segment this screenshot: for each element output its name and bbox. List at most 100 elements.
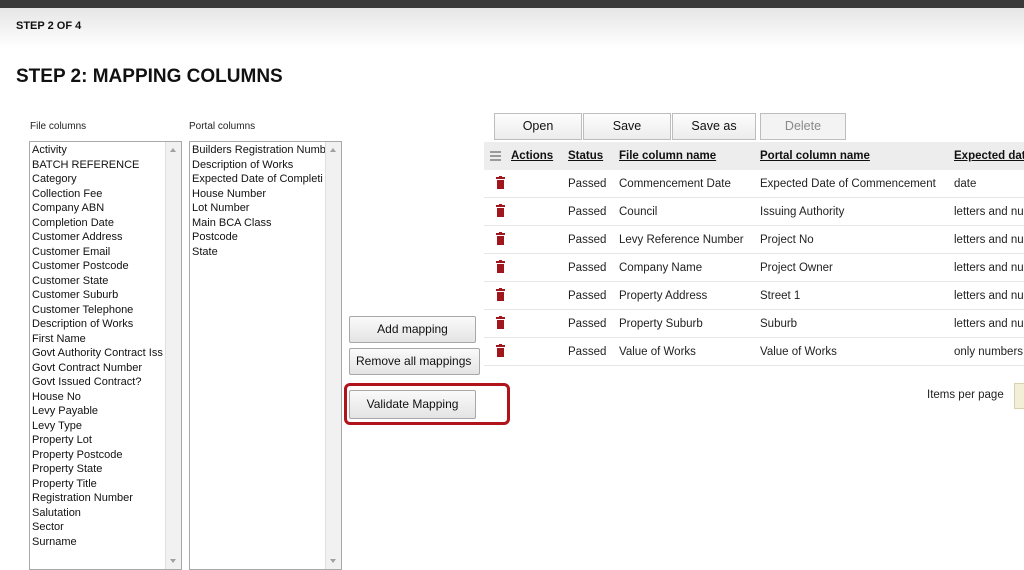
row-expected: letters and nu: [954, 318, 1024, 330]
list-item[interactable]: Customer State: [32, 274, 181, 289]
save-button[interactable]: Save: [583, 113, 671, 140]
list-item[interactable]: Expected Date of Completi: [192, 172, 341, 187]
row-expected: letters and nu: [954, 206, 1024, 218]
scroll-up-icon[interactable]: [330, 148, 336, 152]
list-item[interactable]: Description of Works: [192, 158, 341, 173]
list-item[interactable]: Govt Issued Contract?: [32, 375, 181, 390]
list-item[interactable]: Property Lot: [32, 433, 181, 448]
page-title: STEP 2: MAPPING COLUMNS: [16, 66, 283, 87]
header-expected[interactable]: Expected dat: [954, 150, 1024, 162]
delete-button[interactable]: Delete: [760, 113, 846, 140]
row-status: Passed: [568, 346, 607, 358]
row-file-column: Property Suburb: [619, 318, 703, 330]
list-item[interactable]: Category: [32, 172, 181, 187]
trash-icon[interactable]: [496, 316, 505, 329]
list-item[interactable]: Company ABN: [32, 201, 181, 216]
list-item[interactable]: First Name: [32, 332, 181, 347]
list-item[interactable]: Activity: [32, 143, 181, 158]
list-item[interactable]: Postcode: [192, 230, 341, 245]
table-row: Passed Property Suburb Suburb letters and n…: [484, 310, 1024, 338]
list-item[interactable]: Customer Postcode: [32, 259, 181, 274]
top-bar: [0, 0, 1024, 8]
row-status: Passed: [568, 206, 607, 218]
row-expected: letters and nu: [954, 262, 1024, 274]
scroll-down-icon[interactable]: [330, 559, 336, 563]
header-actions[interactable]: Actions: [511, 150, 553, 162]
row-expected: letters and nu: [954, 290, 1024, 302]
list-item[interactable]: Customer Suburb: [32, 288, 181, 303]
list-item[interactable]: Collection Fee: [32, 187, 181, 202]
row-portal-column: Issuing Authority: [760, 206, 845, 218]
table-row: Passed Levy Reference Number Project No let…: [484, 226, 1024, 254]
trash-icon[interactable]: [496, 204, 505, 217]
trash-icon[interactable]: [496, 344, 505, 357]
list-item[interactable]: Sector: [32, 520, 181, 535]
scroll-up-icon[interactable]: [170, 148, 176, 152]
trash-icon[interactable]: [496, 232, 505, 245]
list-item[interactable]: Customer Address: [32, 230, 181, 245]
row-file-column: Levy Reference Number: [619, 234, 744, 246]
list-item[interactable]: Main BCA Class: [192, 216, 341, 231]
list-item[interactable]: Builders Registration Numb: [192, 143, 341, 158]
list-item[interactable]: Completion Date: [32, 216, 181, 231]
header-file-column[interactable]: File column name: [619, 150, 716, 162]
row-status: Passed: [568, 234, 607, 246]
table-row: Passed Property Address Street 1 letters an…: [484, 282, 1024, 310]
column-menu-icon[interactable]: [490, 151, 501, 163]
list-item[interactable]: Customer Telephone: [32, 303, 181, 318]
list-item[interactable]: Govt Contract Number: [32, 361, 181, 376]
row-expected: only numbers: [954, 346, 1024, 358]
open-button[interactable]: Open: [494, 113, 582, 140]
list-item[interactable]: Customer Email: [32, 245, 181, 260]
row-portal-column: Project Owner: [760, 262, 833, 274]
row-file-column: Commencement Date: [619, 178, 731, 190]
list-item[interactable]: Description of Works: [32, 317, 181, 332]
row-status: Passed: [568, 262, 607, 274]
row-portal-column: Expected Date of Commencement: [760, 178, 936, 190]
portal-columns-scrollbar[interactable]: [325, 142, 341, 569]
list-item[interactable]: Property Title: [32, 477, 181, 492]
table-row: Passed Council Issuing Authority letters an…: [484, 198, 1024, 226]
header-status[interactable]: Status: [568, 150, 603, 162]
row-expected: date: [954, 178, 977, 190]
list-item[interactable]: Property Postcode: [32, 448, 181, 463]
remove-all-mappings-button[interactable]: Remove all mappings: [349, 348, 480, 375]
step-bar: STEP 2 OF 4: [0, 8, 1024, 48]
list-item[interactable]: Levy Type: [32, 419, 181, 434]
step-indicator: STEP 2 OF 4: [16, 20, 82, 32]
save-as-button[interactable]: Save as: [672, 113, 756, 140]
list-item[interactable]: State: [192, 245, 341, 260]
scroll-down-icon[interactable]: [170, 559, 176, 563]
row-status: Passed: [568, 290, 607, 302]
row-expected: letters and nu: [954, 234, 1024, 246]
row-portal-column: Street 1: [760, 290, 801, 302]
table-row: Passed Commencement Date Expected Date of …: [484, 170, 1024, 198]
list-item[interactable]: Surname: [32, 535, 181, 550]
header-portal-column[interactable]: Portal column name: [760, 150, 870, 162]
portal-columns-label: Portal columns: [189, 121, 256, 132]
trash-icon[interactable]: [496, 288, 505, 301]
list-item[interactable]: Levy Payable: [32, 404, 181, 419]
file-columns-label: File columns: [30, 121, 87, 132]
row-portal-column: Project No: [760, 234, 814, 246]
items-per-page-label: Items per page: [927, 389, 1004, 401]
list-item[interactable]: Lot Number: [192, 201, 341, 216]
list-item[interactable]: House No: [32, 390, 181, 405]
row-portal-column: Value of Works: [760, 346, 837, 358]
portal-columns-list[interactable]: Builders Registration Numb Description of…: [189, 141, 342, 570]
row-file-column: Property Address: [619, 290, 708, 302]
list-item[interactable]: BATCH REFERENCE: [32, 158, 181, 173]
table-header: Actions Status File column name Portal c…: [484, 142, 1024, 170]
trash-icon[interactable]: [496, 260, 505, 273]
add-mapping-button[interactable]: Add mapping: [349, 316, 476, 343]
items-per-page-select[interactable]: [1014, 383, 1024, 409]
trash-icon[interactable]: [496, 176, 505, 189]
validate-highlight-box: [344, 383, 510, 425]
list-item[interactable]: Registration Number: [32, 491, 181, 506]
list-item[interactable]: Salutation: [32, 506, 181, 521]
list-item[interactable]: Property State: [32, 462, 181, 477]
file-columns-scrollbar[interactable]: [165, 142, 181, 569]
list-item[interactable]: House Number: [192, 187, 341, 202]
list-item[interactable]: Govt Authority Contract Iss: [32, 346, 181, 361]
file-columns-list[interactable]: Activity BATCH REFERENCE Category Collectio…: [29, 141, 182, 570]
